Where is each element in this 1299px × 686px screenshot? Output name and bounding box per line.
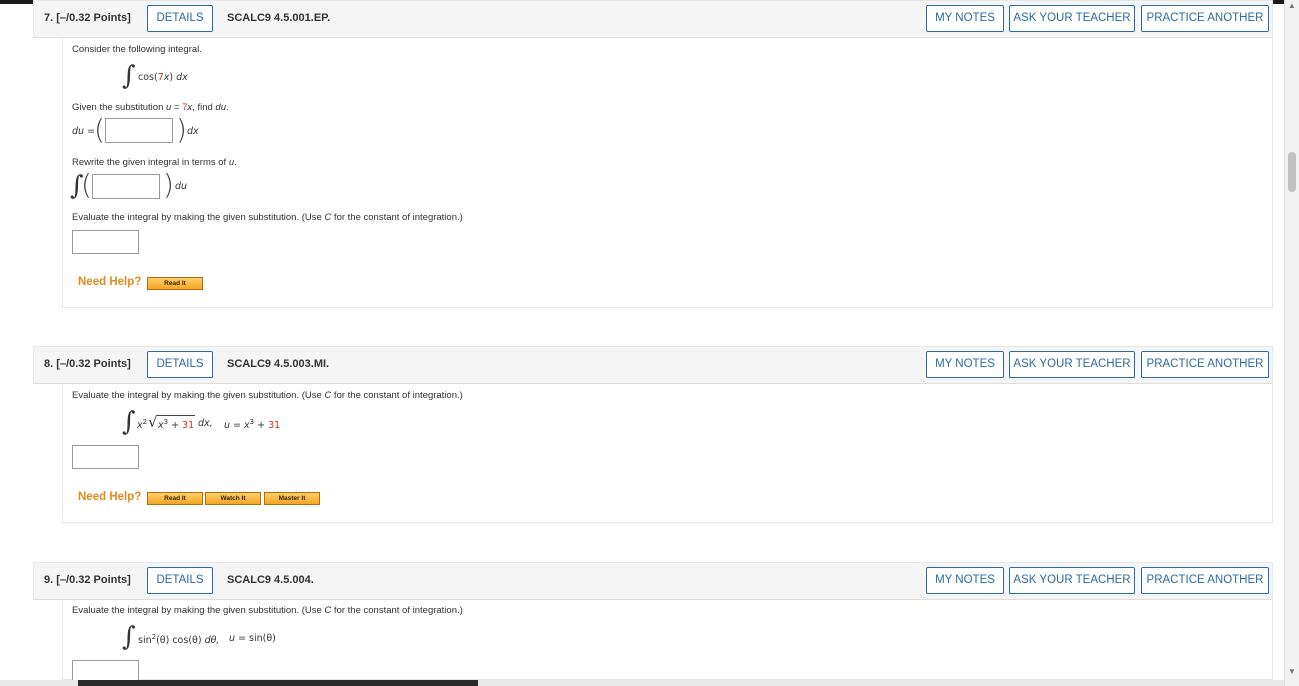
details-button[interactable]: DETAILS [147,567,213,594]
evaluate-pre: Evaluate the integral by making the give… [72,605,325,616]
period: . [226,102,229,113]
need-help-label: Need Help? [78,491,142,503]
question-8-header: 8. [–/0.32 Points] DETAILS SCALC9 4.5.00… [33,346,1273,384]
question-number: 7. [44,12,54,24]
exponent: 2 [142,418,148,426]
sub-rest: = sin(θ) [235,633,276,644]
integral-sign: ∫ [122,61,136,91]
plus: + [254,420,269,432]
question-number: 8. [44,358,54,370]
differential: dx [176,72,188,83]
evaluate-answer-input[interactable] [72,445,139,469]
integrand-x-squared: x2 [137,418,147,431]
du-suffix: dx [187,126,199,137]
scroll-down-icon[interactable]: ▼ [1288,668,1296,676]
ask-your-teacher-button[interactable]: ASK YOUR TEACHER [1009,567,1135,594]
vertical-scrollbar[interactable]: ▲ ▼ [1284,0,1299,686]
dtheta-var: dθ, [204,635,220,647]
left-paren: ( [94,113,105,146]
evaluate-pre: Evaluate the integral by making the give… [72,212,325,223]
dx-var: dx, [198,418,213,429]
evaluate-text: Evaluate the integral by making the give… [72,390,463,401]
my-notes-button[interactable]: MY NOTES [926,351,1004,378]
details-button[interactable]: DETAILS [147,5,213,32]
watch-it-button[interactable]: Watch It [205,492,261,505]
du-answer-input[interactable] [105,118,173,143]
evaluate-answer-input[interactable] [72,230,139,254]
ask-your-teacher-button[interactable]: ASK YOUR TEACHER [1009,351,1135,378]
integral-expression: cos(7x) dx [138,72,188,83]
read-it-button[interactable]: Read It [147,277,203,290]
question-8-number: 8. [–/0.32 Points] [44,358,131,370]
practice-another-button[interactable]: PRACTICE ANOTHER [1141,5,1269,32]
evaluate-text: Evaluate the integral by making the give… [72,605,463,616]
du-var: du [72,126,85,137]
question-7-number: 7. [–/0.32 Points] [44,12,131,24]
constant: 31 [268,420,281,432]
question-points: [–/0.32 Points] [56,12,131,24]
substitution: u = sin(θ) [229,633,276,644]
close-paren: ) [169,72,174,83]
scroll-thumb[interactable] [1288,152,1296,192]
evaluate-post: for the constant of integration.) [331,212,463,223]
substitution: u = x3 + 31 [224,418,280,431]
question-9-header: 9. [–/0.32 Points] DETAILS SCALC9 4.5.00… [33,562,1273,600]
eq: = [171,102,183,113]
my-notes-button[interactable]: MY NOTES [926,5,1004,32]
question-number: 9. [44,574,54,586]
evaluate-post: for the constant of integration.) [331,605,463,616]
left-paren: ( [81,168,92,201]
need-help-label: Need Help? [78,276,142,288]
question-9-number: 9. [–/0.32 Points] [44,574,131,586]
du-var: du [175,181,188,192]
question-7-header: 7. [–/0.32 Points] DETAILS SCALC9 4.5.00… [33,0,1273,38]
practice-another-button[interactable]: PRACTICE ANOTHER [1141,351,1269,378]
integral-sign: ∫ [122,407,136,437]
du-var: du [215,102,226,113]
right-paren: ) [163,168,174,201]
given-post: , find [192,102,216,113]
theta-terms: (θ) cos(θ) [156,635,205,647]
evaluate-post: for the constant of integration.) [331,390,463,401]
right-paren: ) [176,113,187,146]
constant: 31 [182,420,195,432]
question-code: SCALC9 4.5.004. [227,574,314,586]
given-pre: Given the substitution [72,102,166,113]
given-substitution-text: Given the substitution u = 7x, find du. [72,102,229,113]
rewrite-pre: Rewrite the given integral in terms of [72,157,229,168]
question-code: SCALC9 4.5.001.EP. [227,12,331,24]
eq: = [230,420,245,432]
practice-another-button[interactable]: PRACTICE ANOTHER [1141,567,1269,594]
intro-text: Consider the following integral. [72,44,202,55]
details-button[interactable]: DETAILS [147,351,213,378]
du-label: du = [72,126,95,137]
rewrite-suffix: du [175,181,187,192]
plus: + [168,420,183,432]
my-notes-button[interactable]: MY NOTES [926,567,1004,594]
period: . [234,157,237,168]
read-it-button[interactable]: Read It [147,492,203,505]
question-7-body [62,38,1273,308]
scroll-up-icon[interactable]: ▲ [1288,2,1296,10]
question-points: [–/0.32 Points] [56,358,131,370]
evaluate-text: Evaluate the integral by making the give… [72,212,463,223]
evaluate-pre: Evaluate the integral by making the give… [72,390,325,401]
func-cos: cos( [138,72,158,83]
taskbar-tab [78,680,478,686]
radicand: x3 + 31 [158,418,194,431]
func-sin: sin [138,635,152,647]
rewrite-answer-input[interactable] [92,174,160,199]
ask-your-teacher-button[interactable]: ASK YOUR TEACHER [1009,5,1135,32]
integrand: sin2(θ) cos(θ) dθ, [138,633,219,646]
bottom-window-edge [0,680,1284,686]
dx-var: dx [187,126,199,137]
question-code: SCALC9 4.5.003.MI. [227,358,330,370]
rewrite-text: Rewrite the given integral in terms of u… [72,157,237,168]
question-points: [–/0.32 Points] [56,574,131,586]
integral-sign: ∫ [122,622,136,652]
master-it-button[interactable]: Master It [264,492,320,505]
sqrt-bar [157,415,195,416]
differential: dx, [198,418,213,429]
